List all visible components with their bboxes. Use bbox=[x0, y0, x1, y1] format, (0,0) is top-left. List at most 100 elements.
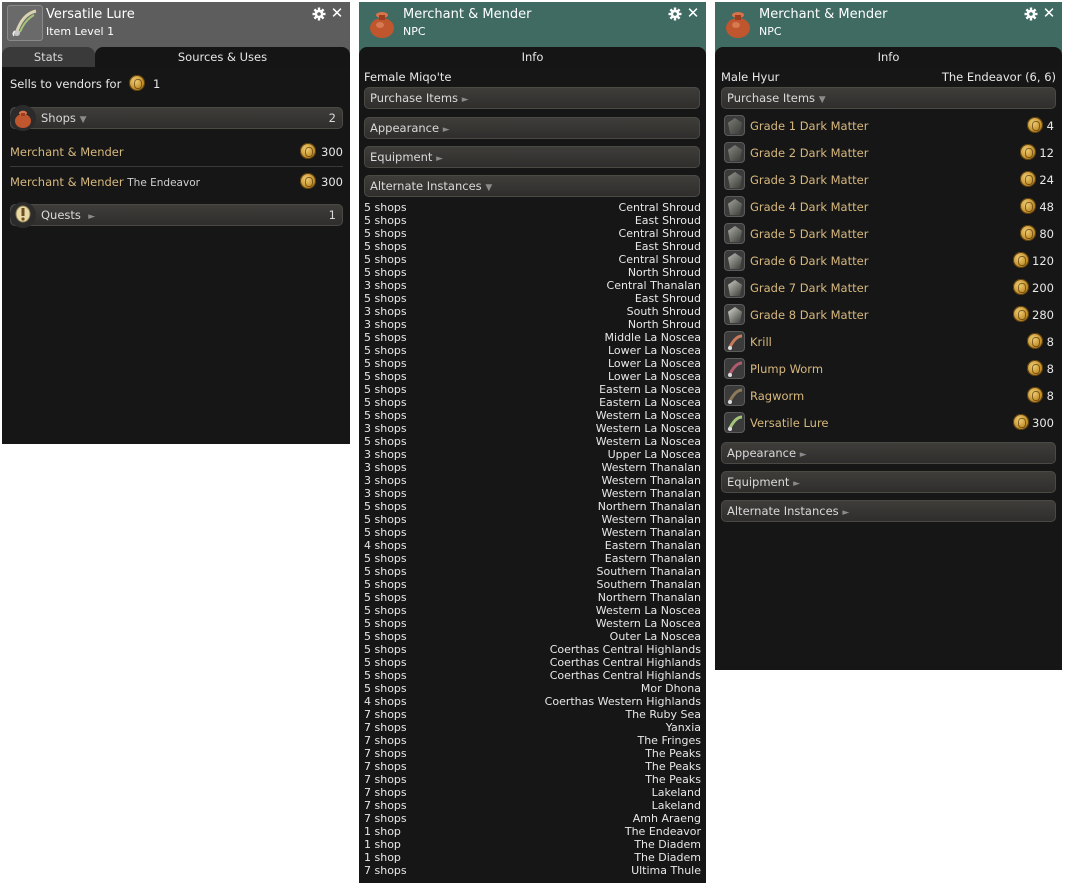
instance-row[interactable]: 7 shops Lakeland bbox=[364, 786, 701, 799]
instance-row[interactable]: 5 shops East Shroud bbox=[364, 240, 701, 253]
instance-row[interactable]: 7 shops The Peaks bbox=[364, 747, 701, 760]
purchase-items-header[interactable]: Purchase Items ▼ bbox=[721, 87, 1056, 109]
purchase-item-name[interactable]: Plump Worm bbox=[750, 362, 823, 376]
purchase-item-row[interactable]: Grade 6 Dark Matter 120 bbox=[715, 248, 1062, 275]
tab-sources-uses[interactable]: Sources & Uses bbox=[95, 47, 350, 67]
close-icon[interactable]: ✕ bbox=[1042, 4, 1056, 22]
instance-row[interactable]: 7 shops The Fringes bbox=[364, 734, 701, 747]
purchase-item-name[interactable]: Grade 3 Dark Matter bbox=[750, 173, 868, 187]
alternate-instances-header[interactable]: Alternate Instances ► bbox=[721, 500, 1056, 522]
gear-icon[interactable] bbox=[312, 7, 326, 21]
purchase-item-row[interactable]: Ragworm 8 bbox=[715, 383, 1062, 410]
purchase-item-row[interactable]: Grade 8 Dark Matter 280 bbox=[715, 302, 1062, 329]
instance-row[interactable]: 5 shops Eastern La Noscea bbox=[364, 383, 701, 396]
instance-row[interactable]: 7 shops Ultima Thule bbox=[364, 864, 701, 877]
instance-row[interactable]: 3 shops Western Thanalan bbox=[364, 474, 701, 487]
shop-entry-1-name[interactable]: Merchant & Mender bbox=[10, 145, 124, 159]
instance-row[interactable]: 3 shops Western Thanalan bbox=[364, 487, 701, 500]
instance-row[interactable]: 5 shops Southern Thanalan bbox=[364, 578, 701, 591]
instance-row[interactable]: 5 shops Coerthas Central Highlands bbox=[364, 643, 701, 656]
instance-row[interactable]: 5 shops Eastern La Noscea bbox=[364, 396, 701, 409]
instance-row[interactable]: 7 shops The Peaks bbox=[364, 760, 701, 773]
shop-entry-2-name[interactable]: Merchant & Mender bbox=[10, 175, 124, 189]
instance-row[interactable]: 5 shops Coerthas Central Highlands bbox=[364, 656, 701, 669]
purchase-item-row[interactable]: Grade 7 Dark Matter 200 bbox=[715, 275, 1062, 302]
tab-stats[interactable]: Stats bbox=[2, 47, 95, 67]
instance-row[interactable]: 5 shops Coerthas Central Highlands bbox=[364, 669, 701, 682]
purchase-item-name[interactable]: Grade 4 Dark Matter bbox=[750, 200, 868, 214]
purchase-item-name[interactable]: Ragworm bbox=[750, 389, 804, 403]
purchase-item-row[interactable]: Krill 8 bbox=[715, 329, 1062, 356]
purchase-item-name[interactable]: Grade 8 Dark Matter bbox=[750, 308, 868, 322]
purchase-items-header[interactable]: Purchase Items ► bbox=[364, 87, 700, 109]
instance-row[interactable]: 3 shops Central Thanalan bbox=[364, 279, 701, 292]
purchase-item-row[interactable]: Grade 1 Dark Matter 4 bbox=[715, 113, 1062, 140]
instance-row[interactable]: 7 shops The Ruby Sea bbox=[364, 708, 701, 721]
instance-row[interactable]: 5 shops Western Thanalan bbox=[364, 513, 701, 526]
instance-row[interactable]: 5 shops Southern Thanalan bbox=[364, 565, 701, 578]
npc-window-2-titlebar[interactable]: Merchant & Mender NPC ✕ bbox=[715, 2, 1062, 47]
quests-header[interactable]: Quests ► 1 bbox=[10, 204, 343, 226]
instance-row[interactable]: 4 shops Eastern Thanalan bbox=[364, 539, 701, 552]
close-icon[interactable]: ✕ bbox=[686, 4, 700, 22]
purchase-item-name[interactable]: Grade 5 Dark Matter bbox=[750, 227, 868, 241]
instance-row[interactable]: 5 shops Western Thanalan bbox=[364, 526, 701, 539]
instance-row[interactable]: 5 shops East Shroud bbox=[364, 214, 701, 227]
instance-row[interactable]: 5 shops Middle La Noscea bbox=[364, 331, 701, 344]
instance-row[interactable]: 5 shops North Shroud bbox=[364, 266, 701, 279]
shop-entry-2[interactable]: Merchant & Mender The Endeavor bbox=[10, 175, 200, 189]
npc-window-1-titlebar[interactable]: Merchant & Mender NPC ✕ bbox=[359, 2, 706, 47]
item-window-titlebar[interactable]: Versatile Lure Item Level 1 ✕ bbox=[2, 2, 350, 47]
gear-icon[interactable] bbox=[668, 7, 682, 21]
instance-row[interactable]: 5 shops Western La Noscea bbox=[364, 435, 701, 448]
npc-location[interactable]: The Endeavor (6, 6) bbox=[942, 70, 1056, 84]
purchase-item-row[interactable]: Grade 2 Dark Matter 12 bbox=[715, 140, 1062, 167]
instance-row[interactable]: 1 shop The Diadem bbox=[364, 838, 701, 851]
purchase-item-row[interactable]: Versatile Lure 300 bbox=[715, 410, 1062, 437]
close-icon[interactable]: ✕ bbox=[330, 4, 344, 22]
instance-row[interactable]: 5 shops Northern Thanalan bbox=[364, 591, 701, 604]
instance-row[interactable]: 7 shops Lakeland bbox=[364, 799, 701, 812]
instance-row[interactable]: 5 shops Eastern Thanalan bbox=[364, 552, 701, 565]
purchase-item-name[interactable]: Krill bbox=[750, 335, 772, 349]
instance-row[interactable]: 1 shop The Diadem bbox=[364, 851, 701, 864]
purchase-item-row[interactable]: Grade 4 Dark Matter 48 bbox=[715, 194, 1062, 221]
appearance-header[interactable]: Appearance ► bbox=[721, 442, 1056, 464]
instance-row[interactable]: 5 shops Lower La Noscea bbox=[364, 357, 701, 370]
purchase-item-name[interactable]: Grade 7 Dark Matter bbox=[750, 281, 868, 295]
instance-row[interactable]: 5 shops Lower La Noscea bbox=[364, 370, 701, 383]
instance-row[interactable]: 7 shops Yanxia bbox=[364, 721, 701, 734]
instance-row[interactable]: 5 shops Western La Noscea bbox=[364, 409, 701, 422]
purchase-item-name[interactable]: Versatile Lure bbox=[750, 416, 829, 430]
instance-row[interactable]: 3 shops Upper La Noscea bbox=[364, 448, 701, 461]
instance-row[interactable]: 1 shop The Endeavor bbox=[364, 825, 701, 838]
instance-row[interactable]: 5 shops East Shroud bbox=[364, 292, 701, 305]
instance-row[interactable]: 5 shops Lower La Noscea bbox=[364, 344, 701, 357]
instance-row[interactable]: 7 shops The Peaks bbox=[364, 773, 701, 786]
instance-row[interactable]: 5 shops Northern Thanalan bbox=[364, 500, 701, 513]
instance-row[interactable]: 5 shops Western La Noscea bbox=[364, 617, 701, 630]
purchase-item-name[interactable]: Grade 2 Dark Matter bbox=[750, 146, 868, 160]
purchase-item-name[interactable]: Grade 6 Dark Matter bbox=[750, 254, 868, 268]
purchase-item-name[interactable]: Grade 1 Dark Matter bbox=[750, 119, 868, 133]
purchase-item-row[interactable]: Grade 3 Dark Matter 24 bbox=[715, 167, 1062, 194]
equipment-header[interactable]: Equipment ► bbox=[364, 146, 700, 168]
instance-row[interactable]: 3 shops South Shroud bbox=[364, 305, 701, 318]
purchase-item-row[interactable]: Grade 5 Dark Matter 80 bbox=[715, 221, 1062, 248]
instance-row[interactable]: 3 shops North Shroud bbox=[364, 318, 701, 331]
instance-row[interactable]: 5 shops Outer La Noscea bbox=[364, 630, 701, 643]
purchase-item-row[interactable]: Plump Worm 8 bbox=[715, 356, 1062, 383]
tab-info[interactable]: Info bbox=[359, 47, 706, 67]
instance-row[interactable]: 7 shops Amh Araeng bbox=[364, 812, 701, 825]
instance-row[interactable]: 4 shops Coerthas Western Highlands bbox=[364, 695, 701, 708]
instance-row[interactable]: 3 shops Western Thanalan bbox=[364, 461, 701, 474]
instance-row[interactable]: 5 shops Central Shroud bbox=[364, 201, 701, 214]
gear-icon[interactable] bbox=[1024, 7, 1038, 21]
instance-row[interactable]: 5 shops Central Shroud bbox=[364, 227, 701, 240]
appearance-header[interactable]: Appearance ► bbox=[364, 117, 700, 139]
instance-row[interactable]: 5 shops Central Shroud bbox=[364, 253, 701, 266]
equipment-header[interactable]: Equipment ► bbox=[721, 471, 1056, 493]
tab-info[interactable]: Info bbox=[715, 47, 1062, 67]
shops-header[interactable]: Shops ▼ 2 bbox=[10, 107, 343, 129]
alternate-instances-header[interactable]: Alternate Instances ▼ bbox=[364, 175, 700, 197]
